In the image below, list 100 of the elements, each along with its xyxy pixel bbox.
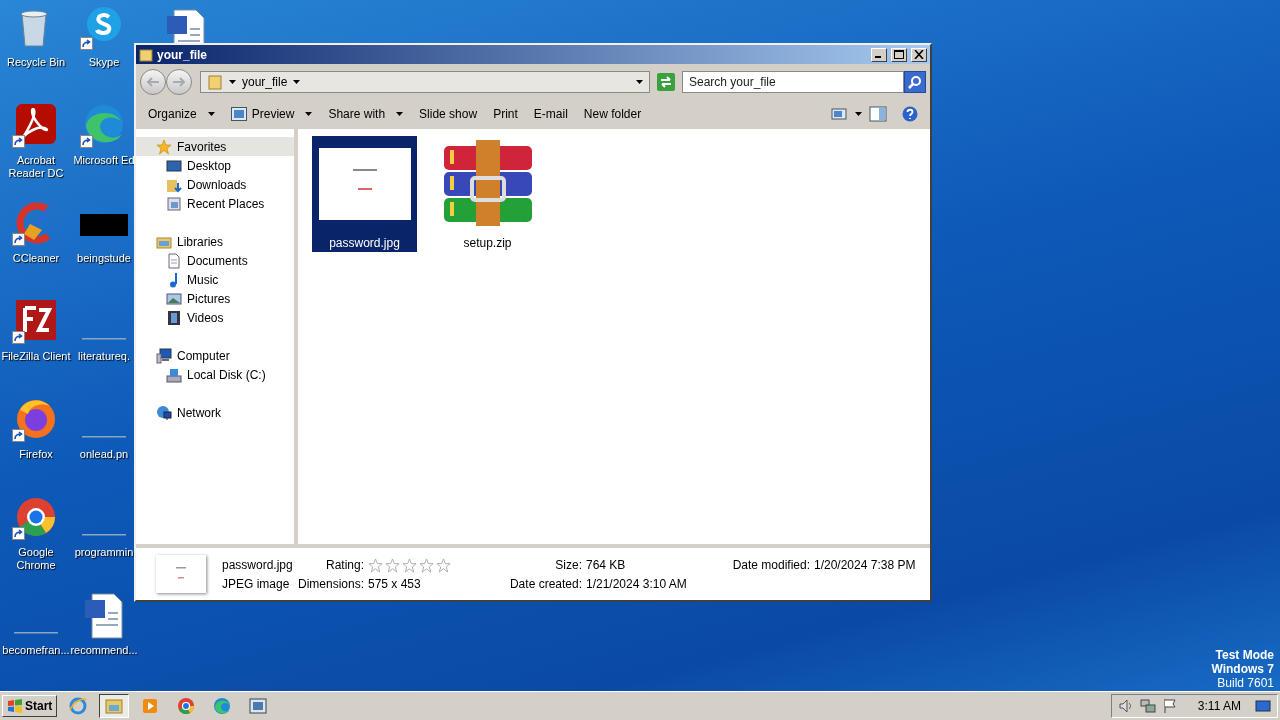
window-title: your_file [157, 47, 208, 62]
field-label: Size: [555, 558, 582, 572]
forward-button[interactable] [166, 69, 192, 95]
computer-icon [156, 347, 172, 364]
nav-item[interactable]: Music [136, 270, 294, 289]
star-icon[interactable] [402, 557, 417, 573]
videos-icon [166, 309, 182, 326]
close-button[interactable] [911, 47, 927, 62]
refresh-icon[interactable] [656, 72, 676, 92]
caret-icon [293, 80, 301, 84]
nav-item[interactable]: Pictures [136, 289, 294, 308]
maximize-button[interactable] [891, 47, 907, 62]
toolbar-button[interactable]: E-mail [525, 103, 576, 124]
desktop-icon-label[interactable]: CCleaner [1, 252, 71, 265]
field-value: 764 KB [586, 558, 627, 572]
field-label: Dimensions: [297, 576, 364, 591]
nav-item[interactable]: Recent Places [136, 194, 294, 213]
desktop-icon-label[interactable]: Recycle Bin [1, 56, 71, 69]
taskbar-app-button[interactable] [99, 694, 130, 718]
screen-icon [248, 696, 269, 716]
file-item[interactable]: password.jpg [312, 136, 417, 252]
minimize-button[interactable] [871, 47, 887, 62]
flag-icon[interactable] [1161, 698, 1178, 714]
field-value: 1/21/2024 3:10 AM [586, 576, 688, 591]
desktop-icon [166, 157, 182, 174]
desktop-icon-label[interactable]: recommend... [70, 644, 138, 657]
network-icon [156, 404, 172, 421]
field-label: Date created: [509, 576, 582, 591]
nav-item[interactable]: Computer [136, 346, 294, 365]
toolbar-button[interactable]: Organize [140, 103, 223, 124]
explorer-icon [104, 696, 125, 716]
desktop-icon-label[interactable]: Google Chrome [1, 546, 71, 572]
desktop-icon-label[interactable]: literatureq. [73, 350, 135, 363]
toolbar-button[interactable]: Slide show [411, 103, 486, 124]
show-desktop-icon[interactable] [1255, 698, 1271, 714]
breadcrumb-item[interactable]: your_file [242, 75, 288, 89]
recent-icon [166, 195, 182, 212]
folder-icon [207, 74, 223, 90]
nav-item[interactable]: Documents [136, 251, 294, 270]
desktop-icon-label[interactable]: FileZilla Client [1, 350, 71, 363]
search-field[interactable]: Search your_file [682, 71, 904, 93]
caret-icon [229, 80, 236, 84]
caret-icon [855, 111, 862, 116]
clock[interactable]: 3:11 AM [1197, 699, 1241, 713]
star-icon[interactable] [419, 557, 434, 573]
help-icon[interactable] [901, 105, 919, 122]
toolbar-button[interactable]: New folder [575, 103, 650, 124]
toolbar-button[interactable]: Print [485, 103, 526, 124]
desktop-icon-label[interactable]: Acrobat Reader DC [1, 154, 71, 180]
file-name: password.jpg [222, 558, 294, 572]
nav-item[interactable]: Downloads [136, 175, 294, 194]
pictures-icon [166, 290, 182, 307]
desktop-icon-label[interactable]: onlead.pn [73, 448, 135, 461]
desktop-icon-label[interactable]: beingstude [73, 252, 135, 265]
maximize-icon [894, 50, 904, 59]
nav-item[interactable]: Desktop [136, 156, 294, 175]
nav-item[interactable]: Favorites [136, 137, 294, 156]
windows-flag-icon [7, 698, 23, 714]
back-arrow-icon [146, 77, 160, 87]
rating-label: Rating: [325, 558, 364, 572]
address-bar[interactable]: your_file [200, 71, 650, 93]
preview-pane-icon[interactable] [869, 105, 887, 122]
star-icon [156, 138, 172, 155]
documents-icon [166, 252, 182, 269]
edge-icon [212, 696, 233, 716]
ie-icon [68, 696, 89, 716]
file-item[interactable]: setup.zip [435, 136, 540, 252]
field-value: 575 x 453 [368, 576, 422, 591]
toolbar-button[interactable]: Preview [222, 103, 321, 124]
caret-icon [636, 80, 643, 84]
search-button[interactable] [904, 71, 926, 93]
speaker-icon[interactable] [1117, 698, 1134, 714]
forward-arrow-icon [172, 77, 186, 87]
nav-item[interactable]: Network [136, 403, 294, 422]
start-button[interactable]: Start [2, 695, 58, 717]
desktop-icon-label[interactable]: becomefran... [1, 644, 71, 657]
star-icon[interactable] [368, 557, 383, 573]
desktop-icon-label[interactable]: Firefox [1, 448, 71, 461]
field-label: Date modified: [732, 558, 810, 572]
file-type: JPEG image [222, 576, 291, 591]
star-icon[interactable] [385, 557, 400, 573]
desktop-icon-label[interactable]: Microsoft Ed [73, 154, 135, 167]
desktop-icon-label[interactable]: Skype [73, 56, 135, 69]
os-notice-text: Windows 7 [1211, 662, 1274, 676]
os-notice-text: Test Mode [1215, 648, 1274, 662]
network-icon[interactable] [1139, 698, 1156, 714]
back-button[interactable] [140, 69, 166, 95]
close-icon [914, 50, 924, 59]
search-icon [908, 75, 922, 89]
preview-icon [230, 106, 247, 121]
nav-item[interactable]: Videos [136, 308, 294, 327]
nav-item[interactable]: Libraries [136, 232, 294, 251]
disk-icon [166, 366, 182, 383]
toolbar-button[interactable]: Share with [320, 103, 412, 124]
field-value: 1/20/2024 7:38 PM [814, 558, 916, 572]
desktop-icon-label[interactable]: programmin [73, 546, 135, 559]
folder-icon [139, 47, 153, 62]
star-icon[interactable] [436, 557, 451, 573]
views-icon[interactable] [830, 105, 848, 122]
nav-item[interactable]: Local Disk (C:) [136, 365, 294, 384]
